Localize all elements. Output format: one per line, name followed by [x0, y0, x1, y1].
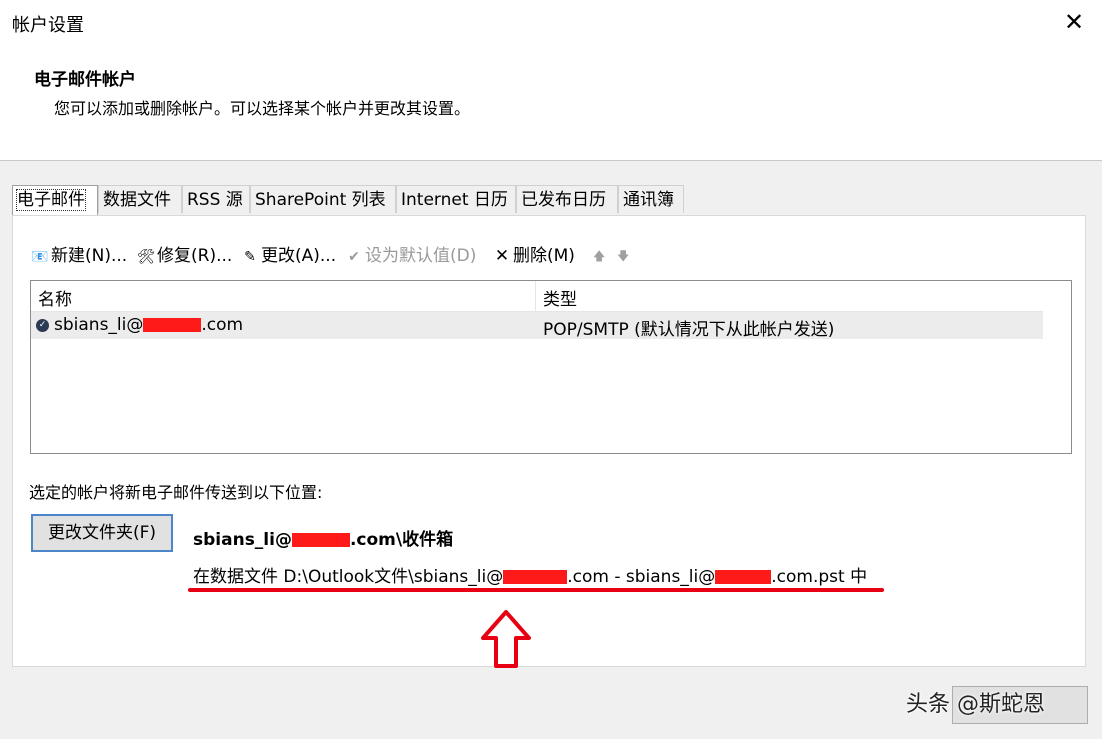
column-header-type[interactable]: 类型 [543, 285, 577, 310]
delete-button[interactable]: ✕ 删除(M) [493, 243, 575, 269]
redaction-mark [291, 533, 350, 547]
tab-internet-calendars[interactable]: Internet 日历 [396, 185, 516, 213]
move-down-icon[interactable]: 🡇 [617, 243, 629, 269]
close-icon[interactable]: ✕ [1058, 6, 1090, 38]
repair-icon: 🛠 [137, 249, 155, 265]
redaction-mark [503, 570, 568, 584]
repair-button[interactable]: 🛠 修复(R)... [137, 243, 232, 269]
tab-email[interactable]: 电子邮件 [12, 185, 98, 215]
delete-x-icon: ✕ [494, 246, 510, 266]
tab-rss-feeds[interactable]: RSS 源 [182, 185, 250, 213]
title-bar: 帐户设置 ✕ [0, 0, 1102, 44]
tab-address-books[interactable]: 通讯簿 [618, 185, 684, 213]
header-description: 您可以添加或删除帐户。可以选择某个帐户并更改其设置。 [54, 99, 471, 118]
header-title: 电子邮件帐户 [34, 70, 136, 90]
tab-data-files[interactable]: 数据文件 [98, 185, 182, 213]
change-folder-button[interactable]: 更改文件夹(F) [31, 514, 173, 552]
tab-sharepoint-lists[interactable]: SharePoint 列表 [250, 185, 396, 213]
new-account-button[interactable]: 📧 新建(N)... [31, 243, 127, 269]
account-name: sbians_li@ .com [54, 315, 244, 335]
delivery-label: 选定的帐户将新电子邮件传送到以下位置: [29, 483, 323, 502]
window-title: 帐户设置 [12, 15, 84, 36]
default-account-check-icon: ✓ [36, 319, 49, 332]
email-tab-panel: 📧 新建(N)... 🛠 修复(R)... ✎ 更改(A)... ✔ 设为默认值(D) … [12, 215, 1086, 668]
column-header-name[interactable]: 名称 [38, 285, 72, 310]
new-account-icon: 📧 [31, 249, 49, 265]
account-type: POP/SMTP (默认情况下从此帐户发送) [543, 320, 835, 340]
column-separator [535, 281, 536, 311]
annotation-up-arrow-icon [481, 610, 531, 668]
check-circle-icon: ✔ [348, 249, 360, 265]
change-button[interactable]: ✎ 更改(A)... [241, 243, 336, 269]
table-row[interactable]: ✓ sbians_li@ .com POP/SMTP (默认情况下从此帐户发送) [31, 312, 1043, 340]
move-up-icon[interactable]: 🡅 [593, 243, 605, 269]
account-list[interactable]: 名称 类型 ✓ sbians_li@ .com POP/SMTP (默认情况下从此… [30, 280, 1072, 454]
delivery-inbox-path: sbians_li@ .com\收件箱 [193, 530, 454, 550]
redaction-mark [715, 570, 772, 584]
set-default-button[interactable]: ✔ 设为默认值(D) [345, 243, 476, 269]
delivery-data-file: 在数据文件 D:\Outlook文件\sbians_li@ .com - sbia… [193, 567, 868, 587]
dialog-header: 电子邮件帐户 您可以添加或删除帐户。可以选择某个帐户并更改其设置。 [0, 44, 1102, 161]
list-header: 名称 类型 [31, 281, 1043, 312]
tab-published-calendars[interactable]: 已发布日历 [516, 185, 618, 213]
redaction-mark [143, 318, 202, 332]
change-icon: ✎ [244, 249, 256, 265]
annotation-underline [188, 588, 884, 592]
watermark: 头条 @斯蛇恩 [906, 692, 1045, 717]
